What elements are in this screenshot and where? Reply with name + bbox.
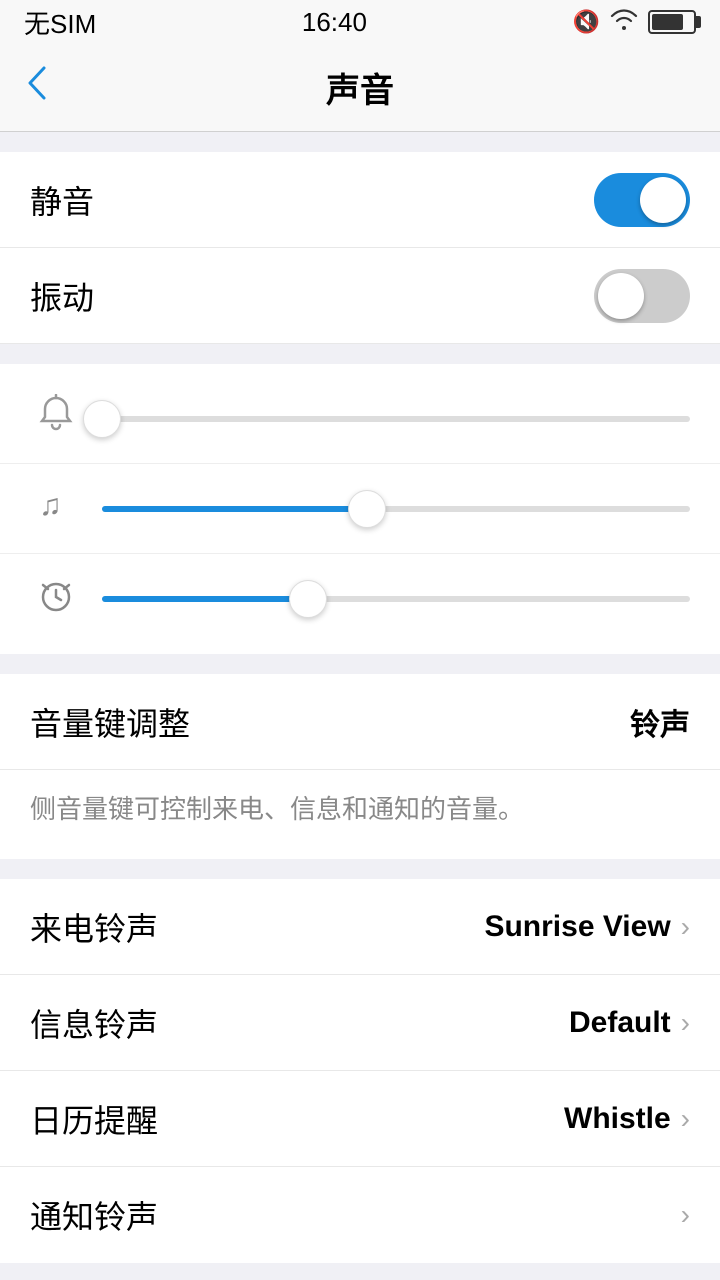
call-ringtone-value-wrap: Sunrise View › (484, 910, 690, 944)
volume-key-row: 音量键调整 铃声 (0, 674, 720, 770)
notify-ringtone-label: 通知铃声 (30, 1192, 158, 1238)
carrier-label: 无SIM (24, 4, 96, 41)
alarm-icon (30, 576, 82, 623)
music-icon: ♫ (30, 485, 82, 532)
msg-ringtone-chevron: › (681, 1007, 690, 1039)
volume-key-section: 音量键调整 铃声 侧音量键可控制来电、信息和通知的音量。 (0, 674, 720, 859)
call-ringtone-chevron: › (681, 911, 690, 943)
vibrate-label: 振动 (30, 273, 94, 319)
mute-row: 静音 (0, 152, 720, 248)
toggle-section: 静音 振动 (0, 152, 720, 344)
mute-toggle[interactable] (594, 173, 690, 227)
alarm-slider[interactable] (102, 596, 690, 602)
notify-ringtone-chevron: › (681, 1199, 690, 1231)
alarm-volume-row (0, 554, 720, 644)
ringtone-section: 来电铃声 Sunrise View › 信息铃声 Default › 日历提醒 … (0, 879, 720, 1263)
nav-bar: 声音 (0, 44, 720, 132)
back-button[interactable] (24, 64, 48, 111)
calendar-ringtone-value-wrap: Whistle › (564, 1102, 690, 1136)
bell-icon (30, 394, 82, 443)
volume-key-description: 侧音量键可控制来电、信息和通知的音量。 (0, 770, 720, 859)
ringtone-slider[interactable] (102, 416, 690, 422)
content-scroll: 静音 振动 (0, 132, 720, 1280)
mute-icon: 🔇 (573, 9, 600, 35)
battery-icon (648, 10, 696, 34)
vibrate-toggle[interactable] (594, 269, 690, 323)
status-bar: 无SIM 16:40 🔇 (0, 0, 720, 44)
page-title: 声音 (326, 63, 394, 112)
vibrate-row: 振动 (0, 248, 720, 344)
ringtone-volume-row (0, 374, 720, 464)
media-volume-row: ♫ (0, 464, 720, 554)
volume-key-label: 音量键调整 (30, 699, 190, 745)
volume-key-value: 铃声 (630, 700, 690, 744)
msg-ringtone-value-wrap: Default › (569, 1006, 690, 1040)
time-label: 16:40 (302, 7, 367, 38)
call-ringtone-value: Sunrise View (484, 910, 670, 944)
slider-section: ♫ (0, 364, 720, 654)
notify-ringtone-value-wrap: › (671, 1199, 690, 1231)
notify-ringtone-row[interactable]: 通知铃声 › (0, 1167, 720, 1263)
calendar-ringtone-value: Whistle (564, 1102, 671, 1136)
msg-ringtone-label: 信息铃声 (30, 1000, 158, 1046)
calendar-ringtone-row[interactable]: 日历提醒 Whistle › (0, 1071, 720, 1167)
calendar-ringtone-label: 日历提醒 (30, 1096, 158, 1142)
call-ringtone-label: 来电铃声 (30, 904, 158, 950)
calendar-ringtone-chevron: › (681, 1103, 690, 1135)
call-ringtone-row[interactable]: 来电铃声 Sunrise View › (0, 879, 720, 975)
msg-ringtone-value: Default (569, 1006, 671, 1040)
msg-ringtone-row[interactable]: 信息铃声 Default › (0, 975, 720, 1071)
status-icons: 🔇 (573, 8, 696, 36)
svg-text:♫: ♫ (39, 489, 62, 522)
media-slider[interactable] (102, 506, 690, 512)
wifi-icon (610, 8, 638, 36)
mute-label: 静音 (30, 177, 94, 223)
